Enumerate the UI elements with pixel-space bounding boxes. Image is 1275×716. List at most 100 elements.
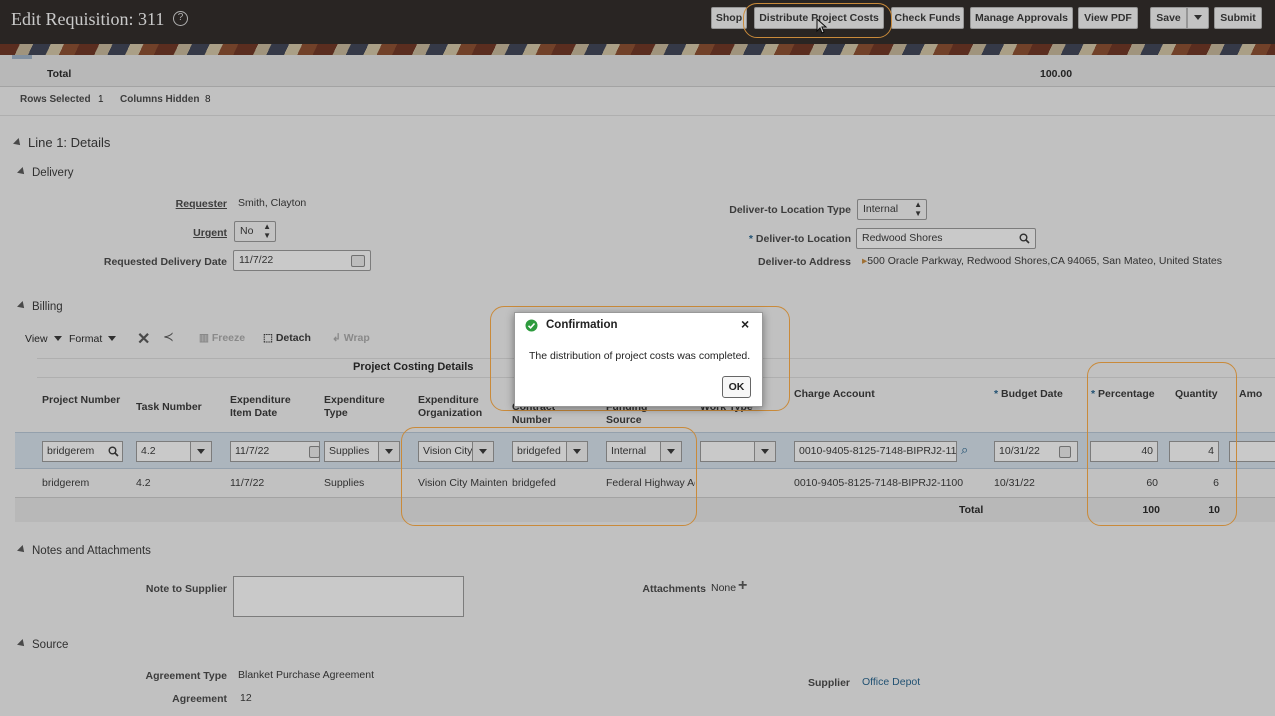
percentage-header-text: Percentage bbox=[1098, 388, 1155, 400]
expenditure-type-select[interactable]: Supplies bbox=[324, 441, 400, 462]
deliver-address-text: 500 Oracle Parkway, Redwood Shores,CA 94… bbox=[867, 255, 1222, 267]
delete-icon[interactable]: ✕ bbox=[137, 329, 150, 349]
line-details-title: Line 1: Details bbox=[28, 135, 111, 150]
notes-section-header[interactable]: Notes and Attachments bbox=[17, 545, 151, 557]
calendar-icon[interactable] bbox=[351, 255, 365, 267]
deliver-address-label: Deliver-to Address bbox=[758, 256, 851, 268]
agreement-label: Agreement bbox=[172, 693, 227, 705]
search-icon[interactable] bbox=[108, 446, 119, 457]
collapse-triangle-icon bbox=[17, 167, 27, 177]
budget-date-value: 10/31/22 bbox=[999, 445, 1040, 457]
agreement-type-value: Blanket Purchase Agreement bbox=[238, 669, 374, 681]
budget-date-header-text: Budget Date bbox=[1001, 388, 1063, 400]
requested-delivery-date-label: Requested Delivery Date bbox=[103, 256, 227, 268]
collapse-triangle-icon bbox=[17, 639, 27, 649]
deliver-location-type-select[interactable]: Internal ▲ ▼ bbox=[857, 199, 927, 220]
delivery-section-header[interactable]: Delivery bbox=[17, 167, 74, 179]
quantity-input[interactable]: 4 bbox=[1169, 441, 1219, 462]
submit-button[interactable]: Submit bbox=[1214, 7, 1262, 29]
column-header-expenditure-organization[interactable]: Expenditure Organization bbox=[418, 394, 498, 420]
rows-selected-value: 1 bbox=[98, 94, 104, 105]
format-menu[interactable]: Format bbox=[69, 333, 117, 345]
billing-total-row bbox=[15, 497, 1275, 522]
dialog-title: Confirmation bbox=[546, 319, 618, 331]
charge-account-input[interactable]: 0010-9405-8125-7148-BIPRJ2-1100 bbox=[794, 441, 957, 462]
close-icon[interactable]: × bbox=[741, 316, 749, 332]
wrap-button[interactable]: ↲ Wrap bbox=[332, 332, 370, 344]
urgent-select[interactable]: No ▲ ▼ bbox=[234, 221, 276, 242]
row2-task: 4.2 bbox=[136, 477, 151, 489]
billing-total-label: Total bbox=[959, 504, 984, 516]
detach-button[interactable]: ⬚ Detach bbox=[263, 332, 311, 344]
column-header-amount[interactable]: Amo bbox=[1239, 388, 1275, 401]
help-icon[interactable]: ? bbox=[173, 11, 188, 26]
rows-selected-label: Rows Selected bbox=[20, 94, 91, 105]
required-asterisk: * bbox=[1091, 388, 1099, 400]
shop-button[interactable]: Shop bbox=[711, 7, 747, 29]
calendar-icon[interactable] bbox=[309, 446, 320, 458]
chevron-down-icon bbox=[108, 336, 117, 341]
view-label: View bbox=[25, 333, 48, 345]
ok-button[interactable]: OK bbox=[722, 376, 751, 398]
billing-total-quantity: 10 bbox=[1208, 504, 1220, 516]
note-to-supplier-textarea[interactable] bbox=[233, 576, 464, 617]
expenditure-item-date-input[interactable]: 11/7/22 bbox=[230, 441, 320, 462]
row2-charge-account: 0010-9405-8125-7148-BIPRJ2-1100 bbox=[794, 477, 964, 489]
column-header-charge-account[interactable]: Charge Account bbox=[794, 388, 914, 401]
column-header-expenditure-type[interactable]: Expenditure Type bbox=[324, 394, 404, 420]
work-type-select[interactable] bbox=[700, 441, 776, 462]
amount-input[interactable] bbox=[1229, 441, 1275, 462]
task-number-select[interactable]: 4.2 bbox=[136, 441, 212, 462]
agreement-type-label: Agreement Type bbox=[145, 670, 228, 682]
save-menu-button[interactable] bbox=[1187, 7, 1209, 29]
column-header-task-number[interactable]: Task Number bbox=[136, 401, 226, 414]
row2-quantity: 6 bbox=[1213, 477, 1219, 489]
freeze-button[interactable]: ▥ Freeze bbox=[199, 332, 245, 344]
deliver-type-value: Internal bbox=[863, 203, 899, 215]
total-label: Total bbox=[47, 68, 72, 80]
funding-source-select[interactable]: Internal bbox=[606, 441, 682, 462]
column-header-percentage[interactable]: * Percentage bbox=[1091, 388, 1171, 401]
column-header-budget-date[interactable]: * Budget Date bbox=[994, 388, 1084, 401]
chevron-down-icon bbox=[754, 442, 775, 461]
manage-approvals-button[interactable]: Manage Approvals bbox=[970, 7, 1073, 29]
task-number-value: 4.2 bbox=[141, 445, 156, 457]
row2-type: Supplies bbox=[324, 477, 365, 489]
view-menu[interactable]: View bbox=[25, 333, 62, 345]
split-icon[interactable]: ≺ bbox=[163, 329, 174, 345]
urgent-label: Urgent bbox=[193, 227, 227, 239]
calendar-icon[interactable] bbox=[1059, 446, 1071, 458]
chevron-down-icon bbox=[472, 442, 493, 461]
charge-account-value: 0010-9405-8125-7148-BIPRJ2-1100 bbox=[799, 445, 957, 457]
check-funds-button[interactable]: Check Funds bbox=[891, 7, 964, 29]
project-costing-details-header: Project Costing Details bbox=[353, 361, 474, 373]
page-header: Edit Requisition: 311 ? Shop Distribute … bbox=[0, 0, 1275, 44]
chevron-down-icon bbox=[190, 442, 211, 461]
notes-title: Notes and Attachments bbox=[32, 545, 151, 557]
expenditure-organization-select[interactable]: Vision City bbox=[418, 441, 494, 462]
line-details-header[interactable]: Line 1: Details bbox=[13, 135, 111, 150]
account-lookup-icon[interactable]: ⌕ bbox=[961, 442, 968, 458]
view-pdf-button[interactable]: View PDF bbox=[1078, 7, 1138, 29]
deliver-location-type-label: Deliver-to Location Type bbox=[729, 204, 851, 216]
contract-number-select[interactable]: bridgefed bbox=[512, 441, 588, 462]
column-header-project-number[interactable]: Project Number bbox=[42, 394, 122, 407]
deliver-location-input[interactable]: Redwood Shores bbox=[856, 228, 1036, 249]
row2-project: bridgerem bbox=[42, 477, 90, 489]
urgent-value: No bbox=[240, 225, 254, 237]
delivery-title: Delivery bbox=[32, 167, 74, 179]
search-icon[interactable] bbox=[1019, 233, 1030, 244]
percentage-input[interactable]: 40 bbox=[1090, 441, 1158, 462]
billing-title: Billing bbox=[32, 301, 63, 313]
column-header-quantity[interactable]: Quantity bbox=[1175, 388, 1230, 401]
add-attachment-icon[interactable]: + bbox=[738, 577, 747, 595]
column-header-expenditure-item-date[interactable]: Expenditure Item Date bbox=[230, 394, 310, 420]
billing-total-percentage: 100 bbox=[1142, 504, 1160, 516]
source-section-header[interactable]: Source bbox=[17, 639, 68, 651]
updown-arrows-icon: ▲ ▼ bbox=[914, 200, 922, 218]
billing-section-header[interactable]: Billing bbox=[17, 301, 63, 313]
save-button[interactable]: Save bbox=[1150, 7, 1187, 29]
requester-label: Requester bbox=[175, 198, 227, 210]
supplier-link[interactable]: Office Depot bbox=[862, 676, 920, 688]
attachments-value: None bbox=[711, 582, 737, 594]
